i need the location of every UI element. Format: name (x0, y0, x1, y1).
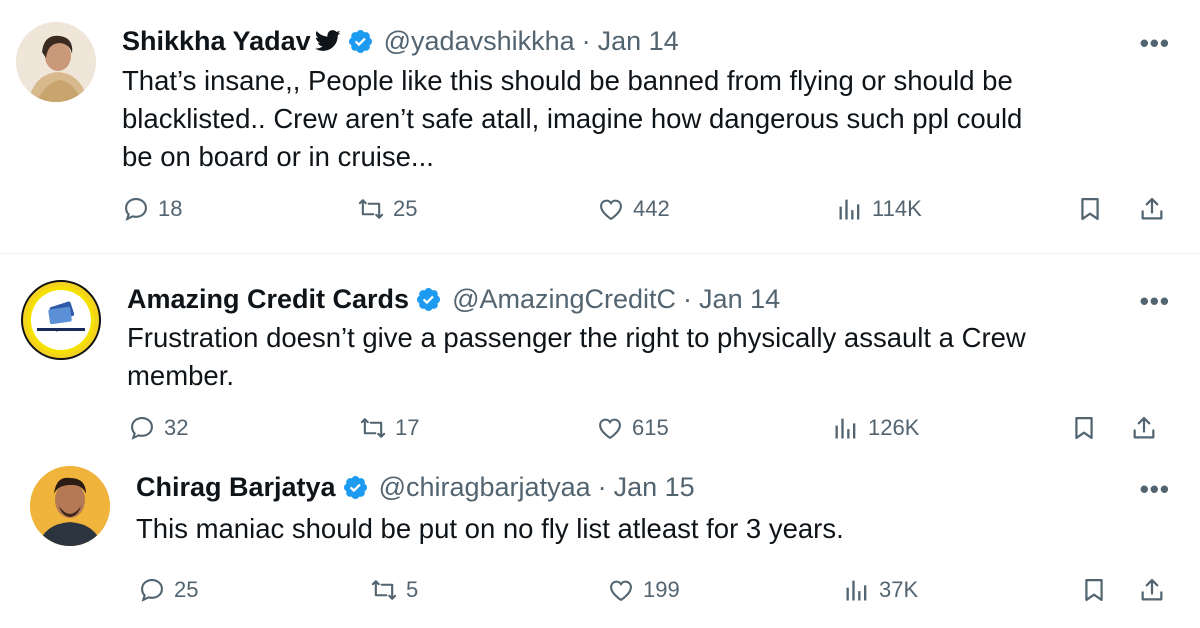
tweet-text-line: member. (127, 360, 234, 391)
reply-count: 25 (174, 577, 199, 602)
like-icon (599, 418, 621, 440)
bookmark-button[interactable] (1076, 195, 1104, 223)
views-count: 114K (872, 196, 922, 221)
share-icon (1141, 578, 1163, 601)
avatar[interactable] (21, 280, 101, 360)
tweet-text-line: be on board or in cruise... (122, 141, 434, 172)
user-handle[interactable]: @AmazingCreditC (452, 282, 676, 316)
bookmark-icon (1085, 578, 1103, 602)
like-button[interactable]: 615 (596, 414, 669, 442)
views-button[interactable]: 114K (836, 195, 922, 223)
tweet-header: Chirag Barjatya @chiragbarjatyaa · Jan 1… (136, 470, 695, 504)
tweet-text: Frustration doesn’t give a passenger the… (127, 319, 1026, 395)
like-button[interactable]: 442 (597, 195, 670, 223)
share-icon (1133, 416, 1155, 439)
tweet-text: That’s insane,, People like this should … (122, 62, 1022, 176)
verified-badge-icon (417, 287, 441, 311)
bookmark-icon (1075, 416, 1093, 440)
share-button[interactable] (1130, 414, 1158, 442)
more-icon[interactable]: ••• (1140, 474, 1170, 505)
repost-button[interactable]: 17 (359, 414, 419, 442)
tweet-header: Shikkha Yadav @yadavshikkha · Jan 14 (122, 24, 679, 58)
tweet-date[interactable]: Jan 15 (614, 470, 695, 504)
like-count: 442 (633, 196, 670, 221)
views-icon (835, 418, 856, 439)
avatar-image (30, 466, 110, 546)
views-button[interactable]: 126K (832, 414, 919, 442)
tweet-actions: 18 25 442 114K (0, 195, 1200, 235)
reply-button[interactable]: 25 (138, 576, 198, 604)
tweet[interactable]: Chirag Barjatya @chiragbarjatyaa · Jan 1… (0, 454, 1200, 628)
bookmark-button[interactable] (1070, 414, 1098, 442)
tweet-header: Amazing Credit Cards @AmazingCreditC · J… (127, 282, 780, 316)
tweet-text-line: This maniac should be put on no fly list… (136, 513, 844, 544)
tweet-text-line: Frustration doesn’t give a passenger the… (127, 322, 1026, 353)
display-name[interactable]: Chirag Barjatya (136, 470, 336, 504)
repost-icon (371, 580, 397, 600)
reply-icon (125, 198, 147, 221)
tweet-text-line: blacklisted.. Crew aren’t safe atall, im… (122, 103, 1023, 134)
repost-icon (358, 199, 384, 219)
more-icon[interactable]: ••• (1140, 286, 1170, 317)
avatar[interactable] (30, 466, 110, 546)
like-button[interactable]: 199 (607, 576, 680, 604)
tweet-actions: 32 17 615 126K (0, 414, 1200, 454)
separator: · (597, 472, 607, 502)
separator: · (581, 26, 591, 56)
twitter-bird-icon (314, 30, 341, 51)
reply-count: 18 (158, 196, 183, 221)
logo-text: Amazing Credit Cards (42, 327, 82, 332)
share-icon (1141, 197, 1163, 220)
tweet-date[interactable]: Jan 14 (699, 282, 780, 316)
verified-badge-icon (343, 475, 367, 499)
repost-count: 5 (406, 577, 419, 602)
tweet[interactable]: Amazing Credit Cards Amazing Credit Card… (0, 254, 1200, 464)
user-handle[interactable]: @yadavshikkha (384, 24, 575, 58)
share-button[interactable] (1138, 195, 1166, 223)
reply-icon (141, 579, 163, 602)
repost-count: 17 (395, 415, 420, 440)
views-count: 126K (868, 415, 920, 440)
avatar-image (27, 286, 95, 354)
reply-button[interactable]: 32 (128, 414, 188, 442)
repost-count: 25 (393, 196, 418, 221)
share-button[interactable] (1138, 576, 1166, 604)
user-handle[interactable]: @chiragbarjatyaa (379, 470, 591, 504)
repost-button[interactable]: 25 (357, 195, 417, 223)
tweet-text-line: That’s insane,, People like this should … (122, 65, 1013, 96)
tweet-date[interactable]: Jan 14 (598, 24, 679, 58)
bookmark-button[interactable] (1080, 576, 1108, 604)
tweet-actions: 25 5 199 37K (0, 576, 1200, 616)
views-button[interactable]: 37K (843, 576, 918, 604)
like-icon (600, 199, 622, 221)
like-count: 199 (643, 577, 680, 602)
bookmark-icon (1081, 197, 1099, 221)
views-count: 37K (879, 577, 919, 602)
views-icon (846, 580, 867, 601)
like-icon (610, 580, 632, 602)
tweet-text: This maniac should be put on no fly list… (136, 510, 844, 548)
reply-count: 32 (164, 415, 189, 440)
tweet[interactable]: Shikkha Yadav @yadavshikkha · Jan 14 •••… (0, 0, 1200, 252)
views-icon (839, 199, 860, 220)
reply-button[interactable]: 18 (122, 195, 182, 223)
more-icon[interactable]: ••• (1140, 28, 1170, 59)
like-count: 615 (632, 415, 669, 440)
repost-icon (360, 418, 386, 438)
display-name[interactable]: Amazing Credit Cards (127, 282, 409, 316)
display-name[interactable]: Shikkha Yadav (122, 24, 311, 58)
avatar-image (16, 22, 96, 102)
reply-icon (131, 417, 153, 440)
separator: · (683, 284, 693, 314)
avatar[interactable] (16, 22, 96, 102)
verified-badge-icon (348, 29, 372, 53)
repost-button[interactable]: 5 (370, 576, 418, 604)
